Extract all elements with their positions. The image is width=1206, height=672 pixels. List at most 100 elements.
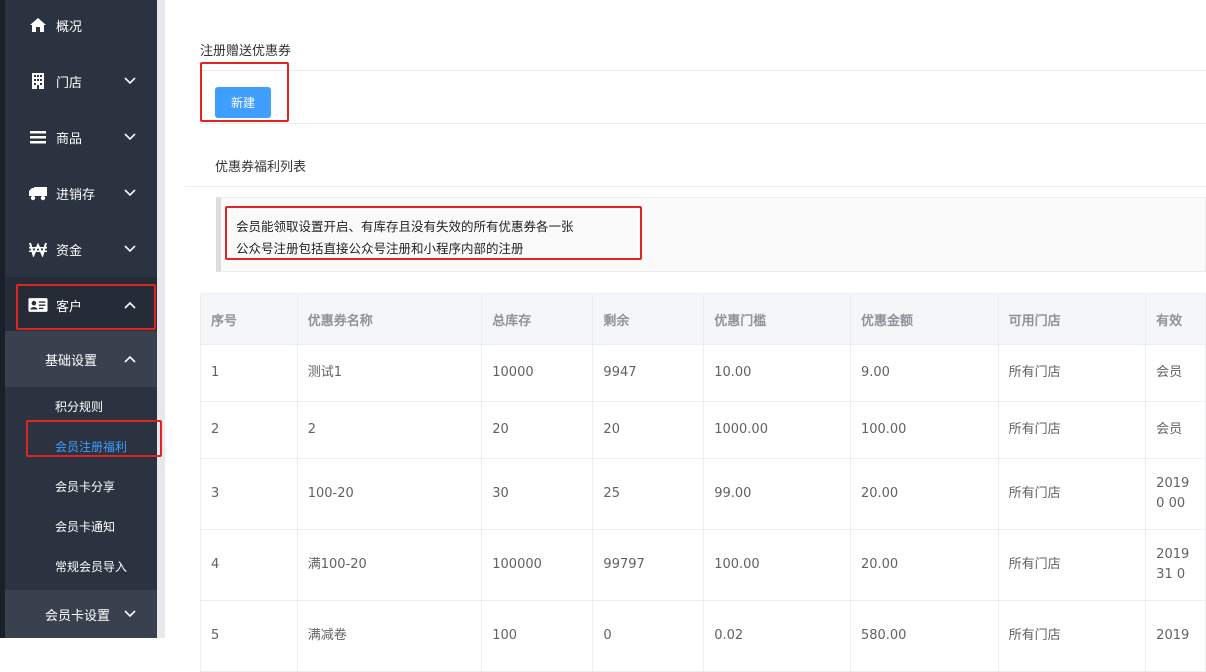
sidebar-item-customer[interactable]: 客户 <box>5 277 157 333</box>
truck-icon <box>28 183 48 203</box>
notice-line: 会员能领取设置开启、有库存且没有失效的所有优惠券各一张 <box>236 219 574 234</box>
cell-amount: 20.00 <box>849 529 999 601</box>
column-header: 有效 <box>1145 293 1206 345</box>
cell-amount: 100.00 <box>849 401 999 459</box>
table-row[interactable]: 5 满减卷 100 0 0.02 580.00 所有门店 2019 <box>200 600 1206 672</box>
cell-threshold: 1000.00 <box>703 401 851 459</box>
table-row[interactable]: 3 100-20 30 25 99.00 20.00 所有门店 2019 0 00 <box>200 458 1206 530</box>
cell-threshold: 0.02 <box>703 600 851 672</box>
divider <box>200 123 1206 124</box>
column-header: 优惠券名称 <box>296 293 483 345</box>
cell-store: 所有门店 <box>997 401 1147 459</box>
cell-total: 100 <box>481 600 594 672</box>
cell-total: 30 <box>481 458 594 530</box>
sidebar-leaf-member-register-benefit[interactable]: 会员注册福利 <box>55 438 127 455</box>
cell-amount: 580.00 <box>849 600 999 672</box>
notice-box: 会员能领取设置开启、有库存且没有失效的所有优惠券各一张 公众号注册包括直接公众号… <box>216 197 1206 272</box>
chevron-up-icon <box>124 355 136 363</box>
cell-store: 所有门店 <box>997 600 1147 672</box>
cell-name: 100-20 <box>296 458 483 530</box>
cell-no: 4 <box>200 529 298 601</box>
cell-no: 3 <box>200 458 298 530</box>
list-title: 优惠券福利列表 <box>215 160 307 175</box>
cell-name: 2 <box>296 401 483 459</box>
cell-threshold: 10.00 <box>703 344 851 402</box>
cell-no: 2 <box>200 401 298 459</box>
chevron-up-icon <box>124 301 136 309</box>
coupon-table: 序号 优惠券名称 总库存 剩余 优惠门槛 优惠金额 可用门店 有效 1 测试1 … <box>200 293 1206 672</box>
cell-store: 所有门店 <box>997 529 1147 601</box>
sidebar-item-label: 资金 <box>56 243 83 259</box>
cell-threshold: 99.00 <box>703 458 851 530</box>
chevron-down-icon <box>124 245 136 253</box>
valid-line: 31 0 <box>1156 567 1186 582</box>
sidebar-leaf-card-notice[interactable]: 会员卡通知 <box>55 518 115 535</box>
cell-name: 满100-20 <box>296 529 483 601</box>
sidebar-leaf-points-rules[interactable]: 积分规则 <box>55 398 103 415</box>
building-icon <box>28 71 48 91</box>
table-row[interactable]: 1 测试1 10000 9947 10.00 9.00 所有门店 会员 <box>200 344 1206 402</box>
chevron-down-icon <box>124 189 136 197</box>
cell-valid: 2019 0 00 <box>1145 458 1206 530</box>
valid-line: 2019 <box>1156 476 1190 491</box>
won-icon <box>28 239 48 259</box>
cell-valid: 会员 <box>1145 401 1206 459</box>
sidebar-item-label: 客户 <box>56 299 83 315</box>
sidebar-item-label: 商品 <box>56 131 83 147</box>
page-title: 注册赠送优惠券 <box>200 44 292 59</box>
cell-left: 0 <box>592 600 705 672</box>
column-header: 序号 <box>200 293 298 345</box>
column-header: 总库存 <box>481 293 594 345</box>
cell-left: 25 <box>592 458 705 530</box>
cell-threshold: 100.00 <box>703 529 851 601</box>
sidebar-leaf-card-share[interactable]: 会员卡分享 <box>55 478 115 495</box>
cell-left: 99797 <box>592 529 705 601</box>
submenu-basic-settings[interactable]: 基础设置 <box>5 331 157 387</box>
column-header: 优惠金额 <box>849 293 999 345</box>
sidebar-item-goods[interactable]: 商品 <box>5 109 157 165</box>
cell-valid: 会员 <box>1145 344 1206 402</box>
divider <box>185 186 1206 187</box>
table-row[interactable]: 2 2 20 20 1000.00 100.00 所有门店 会员 <box>200 401 1206 459</box>
sidebar-leaf-member-import[interactable]: 常规会员导入 <box>55 558 127 575</box>
sidebar-item-store[interactable]: 门店 <box>5 53 157 109</box>
chevron-down-icon <box>124 133 136 141</box>
sidebar-item-label: 门店 <box>56 75 83 91</box>
home-icon <box>28 15 48 35</box>
column-header: 可用门店 <box>997 293 1147 345</box>
submenu-label: 基础设置 <box>45 353 98 369</box>
cell-store: 所有门店 <box>997 344 1147 402</box>
cell-total: 100000 <box>481 529 594 601</box>
main-content: 注册赠送优惠券 新建 优惠券福利列表 会员能领取设置开启、有库存且没有失效的所有… <box>165 0 1206 672</box>
cell-no: 5 <box>200 600 298 672</box>
valid-line: 2019 <box>1156 547 1190 562</box>
column-header: 剩余 <box>592 293 705 345</box>
cell-name: 测试1 <box>296 344 483 402</box>
notice-line: 公众号注册包括直接公众号注册和小程序内部的注册 <box>236 241 524 256</box>
cell-store: 所有门店 <box>997 458 1147 530</box>
submenu-label: 会员卡设置 <box>45 608 111 624</box>
cell-left: 9947 <box>592 344 705 402</box>
sidebar-item-label: 概况 <box>56 19 83 35</box>
cell-valid: 2019 <box>1145 600 1206 672</box>
sidebar-item-funds[interactable]: 资金 <box>5 221 157 277</box>
chevron-down-icon <box>124 610 136 618</box>
table-header-row: 序号 优惠券名称 总库存 剩余 优惠门槛 优惠金额 可用门店 有效 <box>200 293 1206 345</box>
cell-amount: 9.00 <box>849 344 999 402</box>
sidebar-gutter <box>157 0 165 638</box>
sidebar: 概况 门店 商品 进销存 资金 客户 基础设置 积分规则 会员注册福利 会员卡分… <box>0 0 157 638</box>
column-header: 优惠门槛 <box>703 293 851 345</box>
sidebar-item-overview[interactable]: 概况 <box>5 0 157 53</box>
chevron-down-icon <box>124 77 136 85</box>
submenu-card-settings[interactable]: 会员卡设置 <box>5 590 157 638</box>
table-row[interactable]: 4 满100-20 100000 99797 100.00 20.00 所有门店… <box>200 529 1206 601</box>
list-icon <box>28 127 48 147</box>
new-coupon-button[interactable]: 新建 <box>215 87 271 118</box>
cell-valid: 2019 31 0 <box>1145 529 1206 601</box>
cell-left: 20 <box>592 401 705 459</box>
id-card-icon <box>28 295 48 315</box>
sidebar-item-inventory[interactable]: 进销存 <box>5 165 157 221</box>
cell-name: 满减卷 <box>296 600 483 672</box>
cell-total: 10000 <box>481 344 594 402</box>
valid-line: 0 00 <box>1156 496 1186 511</box>
